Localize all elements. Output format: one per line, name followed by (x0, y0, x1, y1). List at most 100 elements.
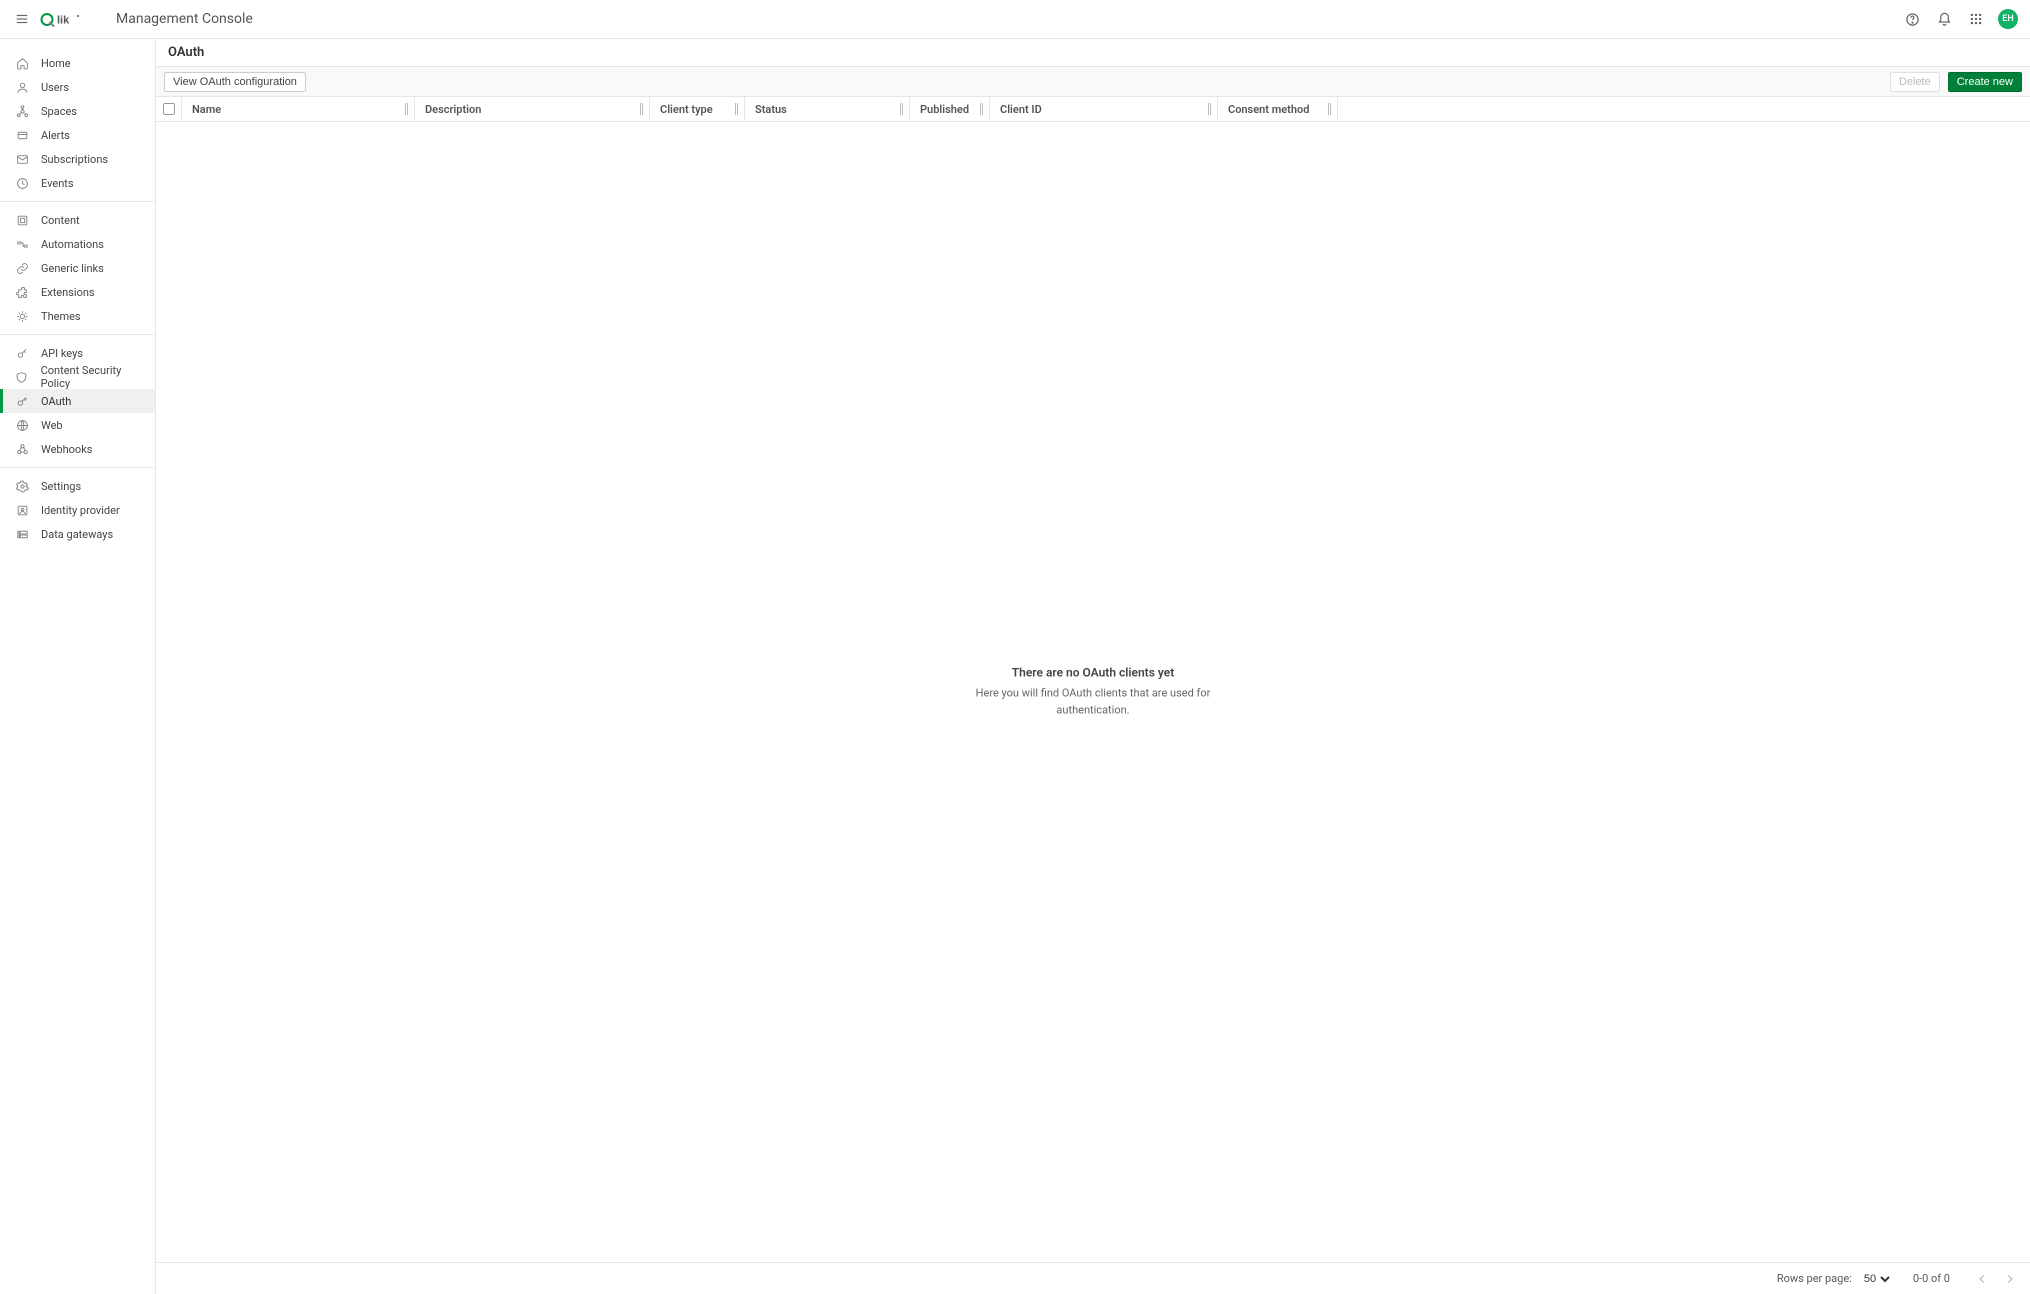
sidebar-item-events[interactable]: Events (0, 171, 155, 195)
page-title-bar: OAuth (156, 39, 2030, 67)
column-header-published[interactable]: Published (910, 97, 990, 121)
shield-icon (13, 371, 31, 384)
pagination-range: 0-0 of 0 (1913, 1272, 1950, 1285)
hamburger-menu-button[interactable] (8, 5, 36, 33)
idp-icon (13, 504, 31, 517)
sidebar-item-label: Alerts (41, 129, 70, 142)
sidebar-item-generic-links[interactable]: Generic links (0, 256, 155, 280)
column-resize-handle[interactable] (1208, 103, 1214, 115)
empty-state-subtitle: Here you will find OAuth clients that ar… (963, 686, 1223, 719)
next-page-button (1998, 1267, 2022, 1291)
prev-page-button (1970, 1267, 1994, 1291)
app-launcher-icon[interactable] (1962, 5, 1990, 33)
key-icon (13, 347, 31, 360)
column-resize-handle[interactable] (980, 103, 986, 115)
table-footer: Rows per page: 50 0-0 of 0 (156, 1262, 2030, 1294)
user-avatar[interactable]: EH (1998, 9, 2018, 29)
rows-per-page-select[interactable]: 50 (1860, 1272, 1893, 1286)
column-resize-handle[interactable] (405, 103, 411, 115)
spaces-icon (13, 105, 31, 118)
toolbar: View OAuth configuration Delete Create n… (156, 67, 2030, 97)
column-header-label: Client ID (1000, 103, 1042, 116)
sidebar-item-label: Users (41, 81, 69, 94)
sidebar-item-label: Webhooks (41, 443, 92, 456)
create-new-button[interactable]: Create new (1948, 72, 2022, 92)
sidebar-item-label: API keys (41, 347, 83, 360)
sidebar-item-label: Home (41, 57, 71, 70)
sidebar-item-alerts[interactable]: Alerts (0, 123, 155, 147)
link-icon (13, 262, 31, 275)
sidebar-item-label: Spaces (41, 105, 77, 118)
theme-icon (13, 310, 31, 323)
help-icon[interactable] (1898, 5, 1926, 33)
sidebar-item-home[interactable]: Home (0, 51, 155, 75)
sidebar-item-label: Events (41, 177, 74, 190)
sidebar-item-label: Themes (41, 310, 81, 323)
select-all-checkbox[interactable] (156, 97, 182, 121)
view-oauth-config-button[interactable]: View OAuth configuration (164, 72, 306, 92)
content-icon (13, 214, 31, 227)
column-resize-handle[interactable] (1328, 103, 1334, 115)
sidebar-item-subscriptions[interactable]: Subscriptions (0, 147, 155, 171)
column-header-label: Consent method (1228, 103, 1309, 116)
global-header: lik Management Console EH (0, 0, 2030, 39)
notifications-icon[interactable] (1930, 5, 1958, 33)
column-header-client_type[interactable]: Client type (650, 97, 745, 121)
table-body: There are no OAuth clients yet Here you … (156, 122, 2030, 1262)
app-title: Management Console (116, 11, 253, 27)
home-icon (13, 57, 31, 70)
sidebar-item-label: OAuth (41, 395, 71, 408)
sidebar-item-label: Identity provider (41, 504, 120, 517)
sidebar-item-webhooks[interactable]: Webhooks (0, 437, 155, 461)
sidebar-item-label: Automations (41, 238, 104, 251)
alert-icon (13, 129, 31, 142)
sidebar-item-spaces[interactable]: Spaces (0, 99, 155, 123)
column-header-label: Status (755, 103, 787, 116)
sidebar-item-api-keys[interactable]: API keys (0, 341, 155, 365)
column-header-client_id[interactable]: Client ID (990, 97, 1218, 121)
sidebar-item-automations[interactable]: Automations (0, 232, 155, 256)
clock-icon (13, 177, 31, 190)
sidebar-item-content[interactable]: Content (0, 208, 155, 232)
table-header-row: Name Description Client type Status Publishe… (156, 97, 2030, 122)
sidebar-nav: Home Users Spaces Alerts Subscriptions Events… (0, 39, 156, 1294)
sidebar-item-label: Generic links (41, 262, 104, 275)
column-header-label: Name (192, 103, 221, 116)
sidebar-item-extensions[interactable]: Extensions (0, 280, 155, 304)
oauth-icon (13, 395, 31, 408)
column-header-label: Published (920, 103, 969, 116)
sidebar-item-content-security-policy[interactable]: Content Security Policy (0, 365, 155, 389)
sidebar-item-label: Content Security Policy (41, 364, 151, 390)
column-header-name[interactable]: Name (182, 97, 415, 121)
sidebar-item-themes[interactable]: Themes (0, 304, 155, 328)
sidebar-item-oauth[interactable]: OAuth (0, 389, 155, 413)
sidebar-item-identity-provider[interactable]: Identity provider (0, 498, 155, 522)
sidebar-item-label: Content (41, 214, 80, 227)
sidebar-item-label: Web (41, 419, 63, 432)
column-header-consent_method[interactable]: Consent method (1218, 97, 1338, 121)
sidebar-item-data-gateways[interactable]: Data gateways (0, 522, 155, 546)
column-header-label: Description (425, 103, 481, 116)
webhook-icon (13, 443, 31, 456)
column-header-status[interactable]: Status (745, 97, 910, 121)
column-header-description[interactable]: Description (415, 97, 650, 121)
user-icon (13, 81, 31, 94)
sidebar-item-web[interactable]: Web (0, 413, 155, 437)
column-resize-handle[interactable] (640, 103, 646, 115)
column-resize-handle[interactable] (900, 103, 906, 115)
column-resize-handle[interactable] (735, 103, 741, 115)
mail-icon (13, 153, 31, 166)
sidebar-item-label: Data gateways (41, 528, 113, 541)
svg-text:lik: lik (57, 14, 70, 26)
sidebar-item-settings[interactable]: Settings (0, 474, 155, 498)
sidebar-item-users[interactable]: Users (0, 75, 155, 99)
sidebar-item-label: Settings (41, 480, 81, 493)
puzzle-icon (13, 286, 31, 299)
empty-state: There are no OAuth clients yet Here you … (963, 666, 1223, 719)
page-title: OAuth (168, 45, 204, 60)
delete-button: Delete (1890, 72, 1940, 92)
column-header-label: Client type (660, 103, 713, 116)
main-content: OAuth View OAuth configuration Delete Cr… (156, 39, 2030, 1294)
qlik-logo[interactable]: lik (40, 10, 100, 29)
empty-state-title: There are no OAuth clients yet (963, 666, 1223, 680)
